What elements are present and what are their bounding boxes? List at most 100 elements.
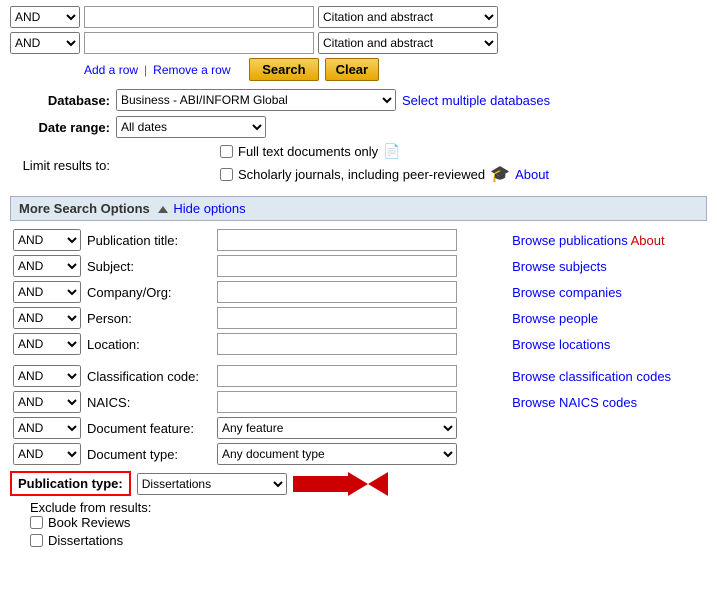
adv-op-person: ANDORNOT xyxy=(10,305,84,331)
adv-operator-pub-title[interactable]: ANDORNOT xyxy=(13,229,81,251)
adv-op-subject: ANDORNOT xyxy=(10,253,84,279)
adv-input-person[interactable] xyxy=(217,307,457,329)
publication-type-label: Publication type: xyxy=(10,471,131,496)
adv-op-naics: ANDORNOT xyxy=(10,389,84,415)
exclude-from-results-section: Exclude from results: Book Reviews Disse… xyxy=(30,500,707,548)
doc-type-select[interactable]: Any document type Article Book review Co… xyxy=(217,443,457,465)
database-row: Database: Business - ABI/INFORM Global A… xyxy=(10,89,707,111)
limit-results-label: Limit results to: xyxy=(10,158,110,173)
field-select-2[interactable]: Citation and abstract All fields Title A… xyxy=(318,32,498,54)
arrow-body xyxy=(293,476,348,492)
adv-input-classification[interactable] xyxy=(217,365,457,387)
adv-links-person: Browse people xyxy=(509,305,707,331)
adv-input-subject[interactable] xyxy=(217,255,457,277)
doc-feature-select[interactable]: Any feature Full text Peer reviewed xyxy=(217,417,457,439)
browse-subjects-link[interactable]: Browse subjects xyxy=(512,259,607,274)
adv-links-company: Browse companies xyxy=(509,279,707,305)
scholarly-row: Scholarly journals, including peer-revie… xyxy=(220,164,549,184)
adv-input-cell-location xyxy=(214,331,509,357)
hide-options-label: Hide options xyxy=(173,201,245,216)
database-label: Database: xyxy=(10,93,110,108)
exclude-dissertations-row: Dissertations xyxy=(30,533,707,548)
adv-links-doc-type xyxy=(509,441,707,467)
arrow-indicator xyxy=(293,472,388,496)
adv-op-classification: ANDORNOT xyxy=(10,363,84,389)
browse-classification-link[interactable]: Browse classification codes xyxy=(512,369,671,384)
adv-operator-naics[interactable]: ANDORNOT xyxy=(13,391,81,413)
adv-row-classification: ANDORNOT Classification code: Browse cla… xyxy=(10,363,707,389)
scholarly-about-link[interactable]: About xyxy=(515,167,549,182)
adv-label-naics: NAICS: xyxy=(84,389,214,415)
adv-input-cell-subject xyxy=(214,253,509,279)
adv-links-classification: Browse classification codes xyxy=(509,363,707,389)
scholarly-checkbox[interactable] xyxy=(220,168,233,181)
adv-operator-company[interactable]: ANDORNOT xyxy=(13,281,81,303)
adv-row-person: ANDORNOT Person: Browse people xyxy=(10,305,707,331)
adv-op-pub-title: ANDORNOT xyxy=(10,227,84,253)
browse-people-link[interactable]: Browse people xyxy=(512,311,598,326)
adv-operator-person[interactable]: ANDORNOT xyxy=(13,307,81,329)
field-select-1[interactable]: Citation and abstract All fields Title A… xyxy=(318,6,498,28)
adv-select-cell-doc-type: Any document type Article Book review Co… xyxy=(214,441,509,467)
browse-naics-link[interactable]: Browse NAICS codes xyxy=(512,395,637,410)
date-range-select[interactable]: All dates Last year Last 5 years xyxy=(116,116,266,138)
exclude-book-reviews-checkbox[interactable] xyxy=(30,516,43,529)
exclude-from-results-label: Exclude from results: xyxy=(30,500,151,515)
publication-type-select[interactable]: Dissertations Academic journal Magazine … xyxy=(137,473,287,495)
main-container: ANDORNOT Citation and abstract All field… xyxy=(0,0,717,557)
full-text-checkbox[interactable] xyxy=(220,145,233,158)
clear-button[interactable]: Clear xyxy=(325,58,380,81)
adv-operator-location[interactable]: ANDORNOT xyxy=(13,333,81,355)
adv-label-subject: Subject: xyxy=(84,253,214,279)
search-input-2[interactable] xyxy=(84,32,314,54)
adv-row-doc-type: ANDORNOT Document type: Any document typ… xyxy=(10,441,707,467)
document-icon: 📄 xyxy=(383,143,400,160)
search-button[interactable]: Search xyxy=(249,58,318,81)
adv-row-pub-title: ANDORNOT Publication title: Browse publi… xyxy=(10,227,707,253)
more-options-bar: More Search Options Hide options xyxy=(10,196,707,221)
adv-input-cell-company xyxy=(214,279,509,305)
adv-op-location: ANDORNOT xyxy=(10,331,84,357)
browse-locations-link[interactable]: Browse locations xyxy=(512,337,610,352)
row-actions-divider: | xyxy=(144,63,147,77)
adv-row-location: ANDORNOT Location: Browse locations xyxy=(10,331,707,357)
adv-label-location: Location: xyxy=(84,331,214,357)
adv-links-subject: Browse subjects xyxy=(509,253,707,279)
search-input-1[interactable] xyxy=(84,6,314,28)
browse-companies-link[interactable]: Browse companies xyxy=(512,285,622,300)
database-select[interactable]: Business - ABI/INFORM Global ABI/INFORM … xyxy=(116,89,396,111)
adv-operator-classification[interactable]: ANDORNOT xyxy=(13,365,81,387)
publication-type-row: Publication type: Dissertations Academic… xyxy=(10,471,707,496)
limit-results-section: Full text documents only 📄 Scholarly jou… xyxy=(220,143,549,188)
adv-input-cell-naics xyxy=(214,389,509,415)
adv-input-pub-title[interactable] xyxy=(217,229,457,251)
adv-operator-doc-type[interactable]: ANDORNOT xyxy=(13,443,81,465)
adv-input-company[interactable] xyxy=(217,281,457,303)
search-row-1: ANDORNOT Citation and abstract All field… xyxy=(10,6,707,28)
exclude-book-reviews-label: Book Reviews xyxy=(48,515,130,530)
operator-select-2[interactable]: ANDORNOT xyxy=(10,32,80,54)
adv-operator-doc-feature[interactable]: ANDORNOT xyxy=(13,417,81,439)
remove-row-link[interactable]: Remove a row xyxy=(153,63,230,77)
hide-options-link[interactable]: Hide options xyxy=(158,201,246,216)
adv-label-pub-title: Publication title: xyxy=(84,227,214,253)
browse-publications-link[interactable]: Browse publications xyxy=(512,233,628,248)
add-row-link[interactable]: Add a row xyxy=(84,63,138,77)
adv-links-naics: Browse NAICS codes xyxy=(509,389,707,415)
limit-results-row: Limit results to: Full text documents on… xyxy=(10,143,707,188)
operator-select-1[interactable]: ANDORNOT xyxy=(10,6,80,28)
pub-title-about-link[interactable]: About xyxy=(631,233,665,248)
triangle-up-icon xyxy=(158,206,168,213)
exclude-dissertations-checkbox[interactable] xyxy=(30,534,43,547)
adv-input-cell-classification xyxy=(214,363,509,389)
adv-row-subject: ANDORNOT Subject: Browse subjects xyxy=(10,253,707,279)
arrow-head xyxy=(348,472,388,496)
adv-input-cell-pub-title xyxy=(214,227,509,253)
adv-select-cell-doc-feature: Any feature Full text Peer reviewed xyxy=(214,415,509,441)
adv-label-doc-type: Document type: xyxy=(84,441,214,467)
adv-input-naics[interactable] xyxy=(217,391,457,413)
select-multiple-databases-link[interactable]: Select multiple databases xyxy=(402,93,550,108)
adv-operator-subject[interactable]: ANDORNOT xyxy=(13,255,81,277)
adv-input-location[interactable] xyxy=(217,333,457,355)
adv-links-location: Browse locations xyxy=(509,331,707,357)
